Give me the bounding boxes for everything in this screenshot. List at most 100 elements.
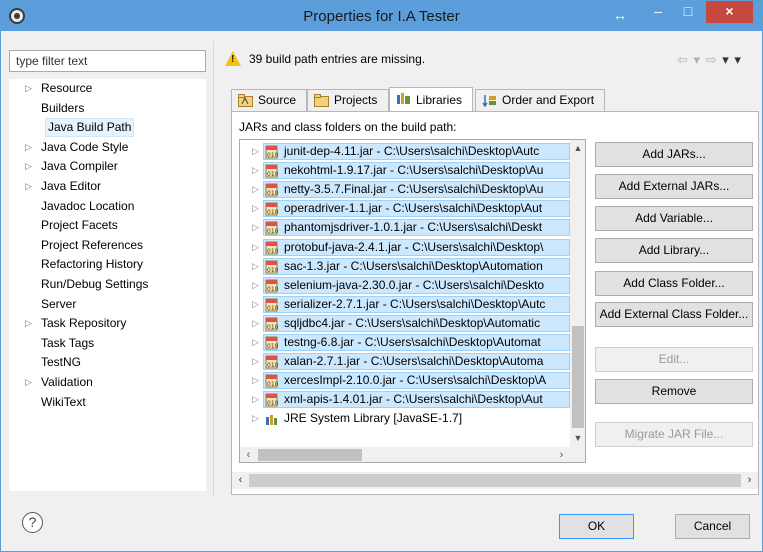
add-external-class-folder-button[interactable]: Add External Class Folder... [595,302,753,327]
expand-arrow-icon[interactable]: ▷ [25,177,32,196]
panel-scroll-right-icon[interactable]: › [741,472,758,489]
title-bar[interactable]: Properties for I.A Tester ↔ – □ × [1,1,762,31]
edit-button[interactable]: Edit... [595,347,753,372]
classpath-entry[interactable]: ▷ 010 testng-6.8.jar - C:\Users\salchi\Des… [240,333,570,352]
classpath-entry[interactable]: ▷ 010 xml-apis-1.4.01.jar - C:\Users\salch… [240,390,570,409]
classpath-entry[interactable]: ▷ 010 sqljdbc4.jar - C:\Users\salchi\Deskt… [240,314,570,333]
nav-item-label: Java Build Path [45,118,135,138]
expand-arrow-icon[interactable]: ▷ [252,352,259,371]
nav-item-label: Validation [41,375,93,389]
ok-button[interactable]: OK [559,514,634,539]
expand-arrow-icon[interactable]: ▷ [252,371,259,390]
scroll-down-icon[interactable]: ▼ [570,430,585,447]
nav-item-label: Refactoring History [41,257,144,272]
expand-arrow-icon[interactable]: ▷ [25,314,32,333]
classpath-entry[interactable]: ▷ 010 protobuf-java-2.4.1.jar - C:\Users\s… [240,238,570,257]
classpath-entry[interactable]: ▷ 010 operadriver-1.1.jar - C:\Users\salch… [240,199,570,218]
expand-arrow-icon[interactable]: ▷ [252,142,259,161]
svg-text:010: 010 [267,248,278,255]
list-horizontal-scrollbar[interactable]: ‹ › [240,447,570,462]
expand-arrow-icon[interactable]: ▷ [252,180,259,199]
classpath-entry[interactable]: ▷ 010 phantomjsdriver-1.0.1.jar - C:\Users… [240,218,570,237]
remove-button[interactable]: Remove [595,379,753,404]
jar-file-icon: 010 [265,298,279,312]
classpath-entry[interactable]: ▷ 010 xalan-2.7.1.jar - C:\Users\salchi\De… [240,352,570,371]
expand-arrow-icon[interactable]: ▷ [252,161,259,180]
nav-item-label: Task Tags [41,335,95,350]
add-library-button[interactable]: Add Library... [595,238,753,263]
classpath-entry[interactable]: ▷ 010 sac-1.3.jar - C:\Users\salchi\Deskto… [240,257,570,276]
cancel-button[interactable]: Cancel [675,514,750,539]
expand-arrow-icon[interactable]: ▷ [25,373,32,392]
svg-text:010: 010 [267,209,278,216]
maximize-button[interactable]: □ [673,1,703,23]
classpath-entry-label: sqljdbc4.jar - C:\Users\salchi\Desktop\A… [284,315,541,330]
scroll-up-icon[interactable]: ▲ [570,140,585,157]
help-icon[interactable]: ? [22,512,43,533]
tab-source[interactable]: Source [231,89,307,111]
svg-text:010: 010 [267,286,278,293]
svg-text:010: 010 [267,305,278,312]
classpath-entry-label: junit-dep-4.11.jar - C:\Users\salchi\Des… [284,144,540,158]
classpath-entry-label: protobuf-java-2.4.1.jar - C:\Users\salch… [284,239,544,254]
close-button[interactable]: × [706,1,753,23]
svg-text:010: 010 [267,152,278,159]
classpath-entry[interactable]: ▷ JRE System Library [JavaSE-1.7] [240,409,570,428]
expand-arrow-icon[interactable]: ▷ [252,295,259,314]
add-external-jars-button[interactable]: Add External JARs... [595,174,753,199]
resize-icon: ↔ [613,7,627,23]
jar-file-icon: 010 [265,145,279,159]
classpath-entry[interactable]: ▷ 010 xercesImpl-2.10.0.jar - C:\Users\sal… [240,371,570,390]
panel-scroll-left-icon[interactable]: ‹ [232,472,249,489]
minimize-button[interactable]: – [643,1,673,23]
expand-arrow-icon[interactable]: ▷ [252,199,259,218]
panel-horizontal-scrollbar[interactable]: ‹ › [232,472,758,489]
sash-divider[interactable] [213,41,214,496]
expand-arrow-icon[interactable]: ▷ [252,218,259,237]
filter-input[interactable]: type filter text [9,50,206,72]
expand-arrow-icon[interactable]: ▷ [252,409,259,428]
warning-message: 39 build path entries are missing. [249,52,426,66]
back-arrow-icon[interactable]: ⇦ [677,52,689,67]
jar-file-icon: 010 [265,336,279,350]
expand-arrow-icon[interactable]: ▷ [252,390,259,409]
expand-arrow-icon[interactable]: ▷ [252,238,259,257]
expand-arrow-icon[interactable]: ▷ [252,257,259,276]
tab-libraries[interactable]: Libraries [389,87,473,111]
classpath-entry[interactable]: ▷ 010 selenium-java-2.30.0.jar - C:\Users\… [240,276,570,295]
forward-menu-icon[interactable]: ▾ [722,52,730,67]
jars-list-label: JARs and class folders on the build path… [239,120,457,134]
horizontal-scroll-thumb[interactable] [258,449,362,461]
classpath-entry-label: selenium-java-2.30.0.jar - C:\Users\salc… [284,277,545,292]
tab-order-and-export[interactable]: Order and Export [475,89,605,111]
classpath-entry-label: netty-3.5.7.Final.jar - C:\Users\salchi\… [284,182,544,197]
add-class-folder-button[interactable]: Add Class Folder... [595,271,753,296]
expand-arrow-icon[interactable]: ▷ [252,276,259,295]
expand-arrow-icon[interactable]: ▷ [25,138,32,157]
add-variable-button[interactable]: Add Variable... [595,206,753,231]
vertical-scroll-thumb[interactable] [572,326,584,428]
tab-projects[interactable]: Projects [307,89,389,111]
view-menu-icon[interactable]: ▾ [734,52,742,67]
expand-arrow-icon[interactable]: ▷ [252,333,259,352]
classpath-entry[interactable]: ▷ 010 netty-3.5.7.Final.jar - C:\Users\sal… [240,180,570,199]
back-menu-icon[interactable]: ▾ [694,52,702,67]
classpath-entry-label: sac-1.3.jar - C:\Users\salchi\Desktop\Au… [284,258,543,273]
migrate-jar-button[interactable]: Migrate JAR File... [595,422,753,447]
build-path-entries-list[interactable]: ▷ 010 junit-dep-4.11.jar - C:\Users\salchi… [239,139,586,463]
list-vertical-scrollbar[interactable]: ▲ ▼ [570,140,585,447]
scroll-right-icon[interactable]: › [553,447,570,462]
classpath-entry[interactable]: ▷ 010 junit-dep-4.11.jar - C:\Users\salchi… [240,142,570,161]
classpath-entry-label: JRE System Library [JavaSE-1.7] [284,411,463,426]
scroll-left-icon[interactable]: ‹ [240,447,257,462]
expand-arrow-icon[interactable]: ▷ [25,157,32,176]
classpath-entry[interactable]: ▷ 010 nekohtml-1.9.17.jar - C:\Users\salch… [240,161,570,180]
expand-arrow-icon[interactable]: ▷ [25,79,32,98]
nav-item-label: Run/Debug Settings [41,277,149,291]
panel-scroll-thumb[interactable] [249,474,741,487]
classpath-entry[interactable]: ▷ 010 serializer-2.7.1.jar - C:\Users\salc… [240,295,570,314]
nav-item-label: Java Compiler [41,159,118,174]
add-jars-button[interactable]: Add JARs... [595,142,753,167]
forward-arrow-icon[interactable]: ⇨ [706,52,718,67]
expand-arrow-icon[interactable]: ▷ [252,314,259,333]
